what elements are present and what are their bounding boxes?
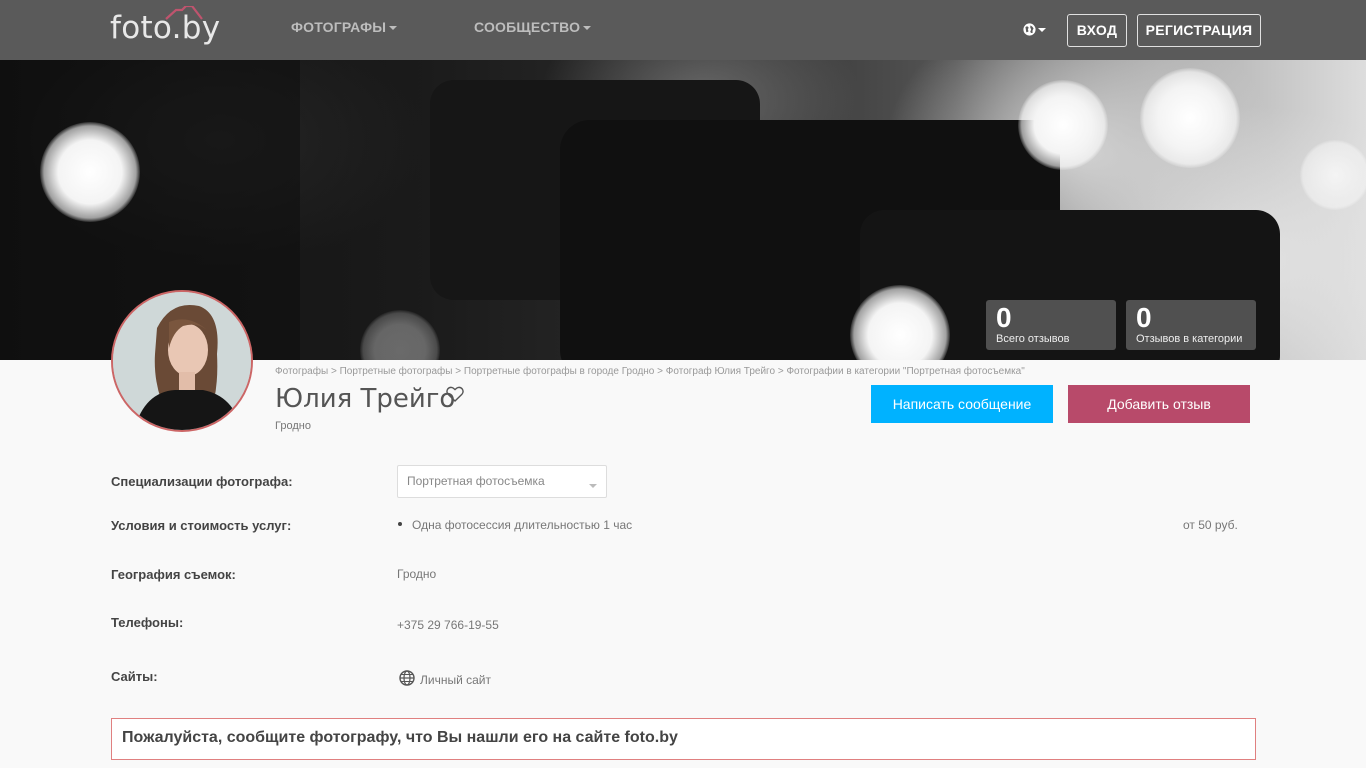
nav-community-label: СООБЩЕСТВО xyxy=(474,19,581,35)
nav-photographers-dropdown[interactable]: ФОТОГРАФЫ xyxy=(291,19,398,35)
breadcrumb-link[interactable]: Фотографы xyxy=(275,366,328,377)
photographer-city: Гродно xyxy=(275,420,311,432)
nav-photographers-label: ФОТОГРАФЫ xyxy=(291,19,387,35)
geography-label: География съемок: xyxy=(111,567,236,582)
logo-text: foto.by xyxy=(110,10,221,46)
personal-site-link[interactable]: Личный сайт xyxy=(420,673,491,687)
cover-bokeh xyxy=(1300,140,1366,210)
phones-label: Телефоны: xyxy=(111,615,184,630)
stat-value: 0 xyxy=(996,302,1012,333)
chevron-down-icon xyxy=(589,484,597,488)
list-bullet xyxy=(398,522,402,526)
breadcrumb-separator: > xyxy=(657,366,663,377)
stat-category-reviews: 0 Отзывов в категории xyxy=(1126,300,1256,350)
chevron-down-icon xyxy=(389,26,398,31)
geography-value: Гродно xyxy=(397,567,437,581)
globe-icon xyxy=(1023,23,1036,36)
stat-total-reviews: 0 Всего отзывов xyxy=(986,300,1116,350)
breadcrumb-link[interactable]: Портретные фотографы xyxy=(340,366,453,377)
notice-box: Пожалуйста, сообщите фотографу, что Вы н… xyxy=(111,718,1256,760)
nav-community-dropdown[interactable]: СООБЩЕСТВО xyxy=(474,19,592,35)
avatar-portrait xyxy=(113,292,251,430)
language-selector[interactable] xyxy=(1022,21,1048,39)
cover-bokeh xyxy=(360,310,440,360)
breadcrumb-link[interactable]: Портретные фотографы в городе Гродно xyxy=(464,366,655,377)
notice-text: Пожалуйста, сообщите фотографу, что Вы н… xyxy=(122,729,678,746)
cover-bokeh xyxy=(1018,80,1108,170)
stat-label: Всего отзывов xyxy=(996,333,1070,345)
chevron-down-icon xyxy=(583,26,592,31)
service-price: от 50 руб. xyxy=(1183,518,1238,532)
breadcrumb-current: Фотографии в категории "Портретная фотос… xyxy=(786,366,1025,377)
globe-icon xyxy=(399,670,415,686)
specialization-select[interactable]: Портретная фотосъемка xyxy=(397,465,607,498)
specializations-label: Специализации фотографа: xyxy=(111,474,293,489)
breadcrumb-separator: > xyxy=(455,366,462,377)
cover-bokeh xyxy=(1140,68,1240,168)
breadcrumb: Фотографы > Портретные фотографы > Портр… xyxy=(275,366,1025,377)
sites-label: Сайты: xyxy=(111,669,158,684)
phone-value[interactable]: +375 29 766-19-55 xyxy=(397,618,499,632)
specialization-selected: Портретная фотосъемка xyxy=(407,474,545,488)
stat-label: Отзывов в категории xyxy=(1136,333,1243,345)
breadcrumb-separator: > xyxy=(777,366,784,377)
cover-bokeh xyxy=(40,122,140,222)
top-navbar: foto.by ФОТОГРАФЫ СООБЩЕСТВО ВХОД РЕГИСТ… xyxy=(0,0,1366,60)
breadcrumb-link[interactable]: Фотограф Юлия Трейго xyxy=(666,366,775,377)
add-review-button[interactable]: Добавить отзыв xyxy=(1068,385,1250,423)
services-label: Условия и стоимость услуг: xyxy=(111,518,292,533)
register-button[interactable]: РЕГИСТРАЦИЯ xyxy=(1137,14,1261,47)
chevron-down-icon xyxy=(1038,28,1046,32)
photographer-name: Юлия Трейго xyxy=(275,384,456,414)
login-button[interactable]: ВХОД xyxy=(1067,14,1127,47)
site-logo[interactable]: foto.by xyxy=(110,6,240,50)
service-item: Одна фотосессия длительностью 1 час xyxy=(412,518,633,532)
heart-icon[interactable] xyxy=(446,386,464,402)
stat-value: 0 xyxy=(1136,302,1152,333)
avatar[interactable] xyxy=(111,290,253,432)
breadcrumb-separator: > xyxy=(330,366,337,377)
write-message-button[interactable]: Написать сообщение xyxy=(871,385,1053,423)
